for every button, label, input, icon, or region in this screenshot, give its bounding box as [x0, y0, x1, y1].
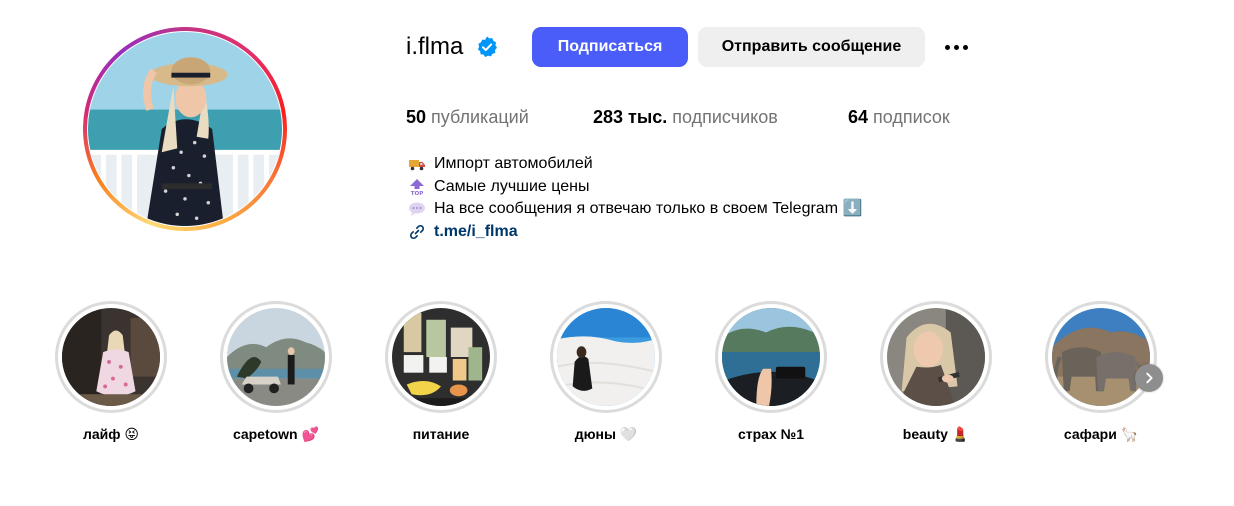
highlight-label: beauty 💄 [902, 426, 970, 442]
profile-username: i.flma [406, 33, 464, 60]
highlight-ring [715, 301, 827, 413]
highlight-cover [557, 308, 655, 406]
highlight-cover [722, 308, 820, 406]
chevron-right-icon[interactable] [1135, 364, 1163, 392]
highlight-ring [880, 301, 992, 413]
bio-link-row[interactable]: t.me/i_flma [408, 221, 862, 244]
highlight-item[interactable]: дюны 🤍 [550, 301, 662, 442]
top-arrow-icon: TOP [408, 178, 426, 197]
bio-text: Самые лучшие цены [434, 177, 590, 195]
highlight-label: capetown 💕 [233, 426, 319, 442]
posts-count: 50 [406, 107, 427, 127]
highlight-item[interactable]: beauty 💄 [880, 301, 992, 442]
highlight-item[interactable]: лайф 😝 [55, 301, 167, 442]
bio-line: На все сообщения я отвечаю только в свое… [408, 198, 862, 221]
more-dot [953, 44, 959, 50]
highlight-cover [392, 308, 490, 406]
stat-following[interactable]: 64 подписок [848, 105, 950, 129]
profile-avatar[interactable] [88, 32, 282, 226]
bio-line: TOP Самые лучшие цены [408, 176, 862, 199]
followers-count: 283 тыс. [593, 107, 668, 127]
bio-link[interactable]: t.me/i_flma [434, 221, 518, 244]
highlight-label: дюны 🤍 [574, 426, 638, 442]
profile-avatar-ring[interactable] [83, 27, 287, 231]
stat-followers[interactable]: 283 тыс. подписчиков [593, 105, 778, 129]
bio-text: На все сообщения я отвечаю только в свое… [434, 200, 863, 217]
speech-bubble-icon [408, 200, 426, 218]
highlight-item[interactable]: страх №1 [715, 301, 827, 442]
highlight-cover [227, 308, 325, 406]
followers-label: подписчиков [672, 107, 778, 127]
verified-badge-icon [475, 35, 499, 59]
highlight-cover [62, 308, 160, 406]
following-count: 64 [848, 107, 869, 127]
more-dot [962, 44, 968, 50]
stat-posts: 50 публикаций [406, 105, 529, 129]
highlight-ring [385, 301, 497, 413]
bio-text: Импорт автомобилей [434, 155, 593, 172]
more-options-icon[interactable] [940, 37, 972, 57]
highlight-label: сафари 🦙 [1063, 426, 1139, 442]
highlight-cover [887, 308, 985, 406]
truck-icon [408, 155, 426, 173]
profile-bio: Импорт автомобилей TOP Самые лучшие цены… [408, 153, 862, 243]
following-label: подписок [873, 107, 950, 127]
highlight-label: питание [412, 426, 470, 442]
follow-button[interactable]: Подписаться [532, 27, 688, 67]
posts-label: публикаций [431, 107, 529, 127]
highlight-item[interactable]: сафари 🦙 [1045, 301, 1157, 442]
highlight-ring [55, 301, 167, 413]
send-message-button[interactable]: Отправить сообщение [698, 27, 925, 67]
link-icon [408, 223, 426, 241]
highlight-label: страх №1 [737, 426, 805, 442]
highlight-cover [1052, 308, 1150, 406]
highlight-item[interactable]: capetown 💕 [220, 301, 332, 442]
highlight-item[interactable]: питание [385, 301, 497, 442]
svg-text:TOP: TOP [411, 191, 423, 196]
highlight-ring [550, 301, 662, 413]
bio-line: Импорт автомобилей [408, 153, 862, 176]
highlight-ring [1045, 301, 1157, 413]
highlight-ring [220, 301, 332, 413]
more-dot [944, 44, 950, 50]
highlight-label: лайф 😝 [82, 426, 140, 442]
